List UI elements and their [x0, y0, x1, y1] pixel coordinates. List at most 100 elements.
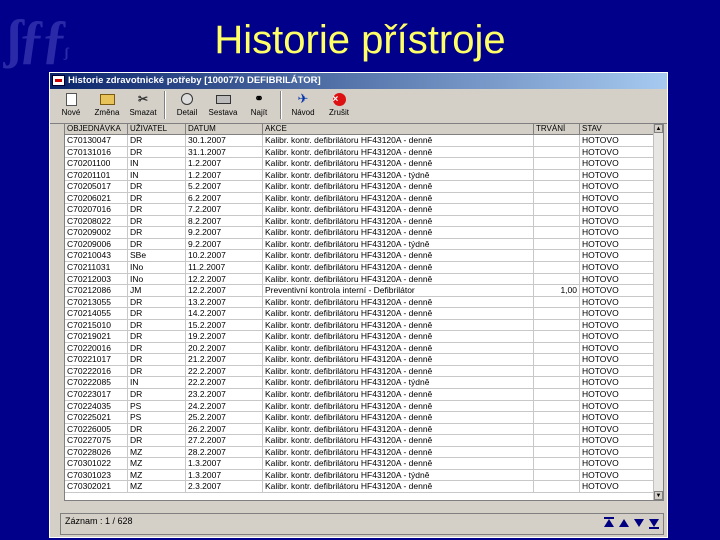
cell-status: HOTOVO: [580, 435, 655, 446]
cell-user: DR: [128, 227, 186, 238]
cell-order: C70211031: [65, 262, 128, 273]
cell-order: C70212086: [65, 285, 128, 296]
table-row[interactable]: C70208022 DR 8.2.2007 Kalibr. kontr. defibr…: [65, 215, 655, 228]
cell-order: C70213055: [65, 296, 128, 308]
table-row[interactable]: C70215010 DR 15.2.2007 Kalibr. kontr. defib…: [65, 319, 655, 332]
cell-status: HOTOVO: [580, 400, 655, 412]
cell-action: Kalibr. kontr. defibrilátoru HF43120A - …: [263, 423, 534, 435]
table-row[interactable]: C70201100 IN 1.2.2007 Kalibr. kontr. defibr…: [65, 158, 655, 170]
table-row[interactable]: C70214055 DR 14.2.2007 Kalibr. kontr. defib…: [65, 308, 655, 320]
cell-user: IN: [128, 169, 186, 181]
column-header-status[interactable]: STAV: [580, 124, 655, 134]
cell-duration: [534, 204, 580, 215]
column-header-order[interactable]: OBJEDNÁVKA: [65, 124, 128, 134]
cell-duration: [534, 342, 580, 354]
cell-order: C70209002: [65, 227, 128, 238]
table-row[interactable]: C70222016 DR 22.2.2007 Kalibr. kontr. defib…: [65, 365, 655, 378]
table-row[interactable]: C70224035 PS 24.2.2007 Kalibr. kontr. defib…: [65, 400, 655, 413]
table-row[interactable]: C70222085 IN 22.2.2007 Kalibr. kontr. defib…: [65, 377, 655, 390]
cell-date: 11.2.2007: [186, 262, 263, 273]
table-row[interactable]: C70302021 MZ 2.3.2007 Kalibr. kontr. defibr…: [65, 481, 655, 493]
guide-button-label: Návod: [291, 108, 315, 117]
table-row[interactable]: C70131016 DR 31.1.2007 Kalibr. kontr. defib…: [65, 146, 655, 159]
cell-date: 7.2.2007: [186, 204, 263, 215]
cell-user: IN: [128, 377, 186, 389]
table-row[interactable]: C70207016 DR 7.2.2007 Kalibr. kontr. defibr…: [65, 204, 655, 216]
scroll-down-icon[interactable]: ▼: [654, 491, 663, 500]
table-row[interactable]: C70301022 MZ 1.3.2007 Kalibr. kontr. defibr…: [65, 458, 655, 470]
cell-order: C70228026: [65, 446, 128, 458]
new-button[interactable]: Nové: [54, 89, 88, 121]
cell-action: Kalibr. kontr. defibrilátoru HF43120A - …: [263, 435, 534, 446]
table-row[interactable]: C70206021 DR 6.2.2007 Kalibr. kontr. defibr…: [65, 192, 655, 205]
table-row[interactable]: C70226005 DR 26.2.2007 Kalibr. kontr. defib…: [65, 423, 655, 436]
cell-date: 27.2.2007: [186, 435, 263, 446]
table-row[interactable]: C70213055 DR 13.2.2007 Kalibr. kontr. defib…: [65, 296, 655, 309]
report-button-label: Sestava: [208, 108, 238, 117]
cell-action: Kalibr. kontr. defibrilátoru HF43120A - …: [263, 296, 534, 308]
cell-status: HOTOVO: [580, 319, 655, 331]
cancel-button-label: Zrušit: [329, 108, 349, 117]
cell-date: 30.1.2007: [186, 135, 263, 146]
cancel-icon: ×: [332, 92, 346, 106]
cell-action: Kalibr. kontr. defibrilátoru HF43120A - …: [263, 308, 534, 319]
report-button[interactable]: Sestava: [206, 89, 240, 121]
table-row[interactable]: C70223017 DR 23.2.2007 Kalibr. kontr. defib…: [65, 389, 655, 401]
cell-duration: [534, 458, 580, 469]
delete-button[interactable]: ✂ Smazat: [126, 89, 160, 121]
next-record-icon[interactable]: [634, 519, 644, 527]
edit-button-label: Změna: [94, 108, 120, 117]
last-record-icon[interactable]: [649, 519, 659, 529]
cell-status: HOTOVO: [580, 481, 655, 492]
cell-date: 31.1.2007: [186, 146, 263, 158]
cell-action: Kalibr. kontr. defibrilátoru HF43120A - …: [263, 204, 534, 215]
table-row[interactable]: C70212086 JM 12.2.2007 Preventivní kontrola…: [65, 285, 655, 297]
cell-user: DR: [128, 342, 186, 354]
cell-duration: [534, 250, 580, 262]
table-row[interactable]: C70130047 DR 30.1.2007 Kalibr. kontr. defib…: [65, 135, 655, 147]
cell-status: HOTOVO: [580, 215, 655, 227]
table-row[interactable]: C70210043 SBe 10.2.2007 Kalibr. kontr. defi…: [65, 250, 655, 263]
detail-button[interactable]: Detail: [170, 89, 204, 121]
table-row[interactable]: C70209002 DR 9.2.2007 Kalibr. kontr. defibr…: [65, 227, 655, 239]
edit-button[interactable]: Změna: [90, 89, 124, 121]
cell-order: C70130047: [65, 135, 128, 146]
cell-user: DR: [128, 204, 186, 215]
cell-user: DR: [128, 331, 186, 342]
cell-order: C70301022: [65, 458, 128, 469]
table-row[interactable]: C70221017 DR 21.2.2007 Kalibr. kontr. defib…: [65, 354, 655, 366]
cell-duration: [534, 238, 580, 250]
cell-user: PS: [128, 412, 186, 423]
window-titlebar[interactable]: Historie zdravotnické potřeby [1000770 D…: [50, 73, 667, 89]
cancel-button[interactable]: × Zrušit: [322, 89, 356, 121]
column-header-date[interactable]: DATUM: [186, 124, 263, 134]
guide-button[interactable]: ✈ Návod: [286, 89, 320, 121]
vertical-scrollbar[interactable]: ▲ ▼: [653, 124, 663, 500]
table-row[interactable]: C70228026 MZ 28.2.2007 Kalibr. kontr. defib…: [65, 446, 655, 459]
table-row[interactable]: C70225021 PS 25.2.2007 Kalibr. kontr. defib…: [65, 412, 655, 424]
table-row[interactable]: C70220016 DR 20.2.2007 Kalibr. kontr. defib…: [65, 342, 655, 355]
column-header-user[interactable]: UŽIVATEL: [128, 124, 186, 134]
table-row[interactable]: C70209006 DR 9.2.2007 Kalibr. kontr. defibr…: [65, 238, 655, 251]
table-row[interactable]: C70301023 MZ 1.3.2007 Kalibr. kontr. defibr…: [65, 469, 655, 482]
column-header-action[interactable]: AKCE: [263, 124, 534, 134]
table-row[interactable]: C70211031 INo 11.2.2007 Kalibr. kontr. defi…: [65, 262, 655, 274]
cell-status: HOTOVO: [580, 331, 655, 342]
previous-record-icon[interactable]: [619, 519, 629, 527]
cell-duration: [534, 469, 580, 481]
cell-date: 14.2.2007: [186, 308, 263, 319]
cell-user: DR: [128, 215, 186, 227]
scroll-up-icon[interactable]: ▲: [654, 124, 663, 133]
table-row[interactable]: C70227075 DR 27.2.2007 Kalibr. kontr. defib…: [65, 435, 655, 447]
table-row[interactable]: C70219021 DR 19.2.2007 Kalibr. kontr. defib…: [65, 331, 655, 343]
table-row[interactable]: C70205017 DR 5.2.2007 Kalibr. kontr. defibr…: [65, 181, 655, 193]
column-header-duration[interactable]: TRVÁNÍ: [534, 124, 580, 134]
table-row[interactable]: C70201101 IN 1.2.2007 Kalibr. kontr. defibr…: [65, 169, 655, 182]
table-row[interactable]: C70212003 INo 12.2.2007 Kalibr. kontr. defi…: [65, 273, 655, 286]
first-record-icon[interactable]: [604, 517, 614, 527]
find-button[interactable]: ⚭ Najít: [242, 89, 276, 121]
delete-icon: ✂: [137, 92, 149, 106]
cell-date: 2.3.2007: [186, 481, 263, 492]
cell-order: C70227075: [65, 435, 128, 446]
cell-action: Kalibr. kontr. defibrilátoru HF43120A - …: [263, 158, 534, 169]
